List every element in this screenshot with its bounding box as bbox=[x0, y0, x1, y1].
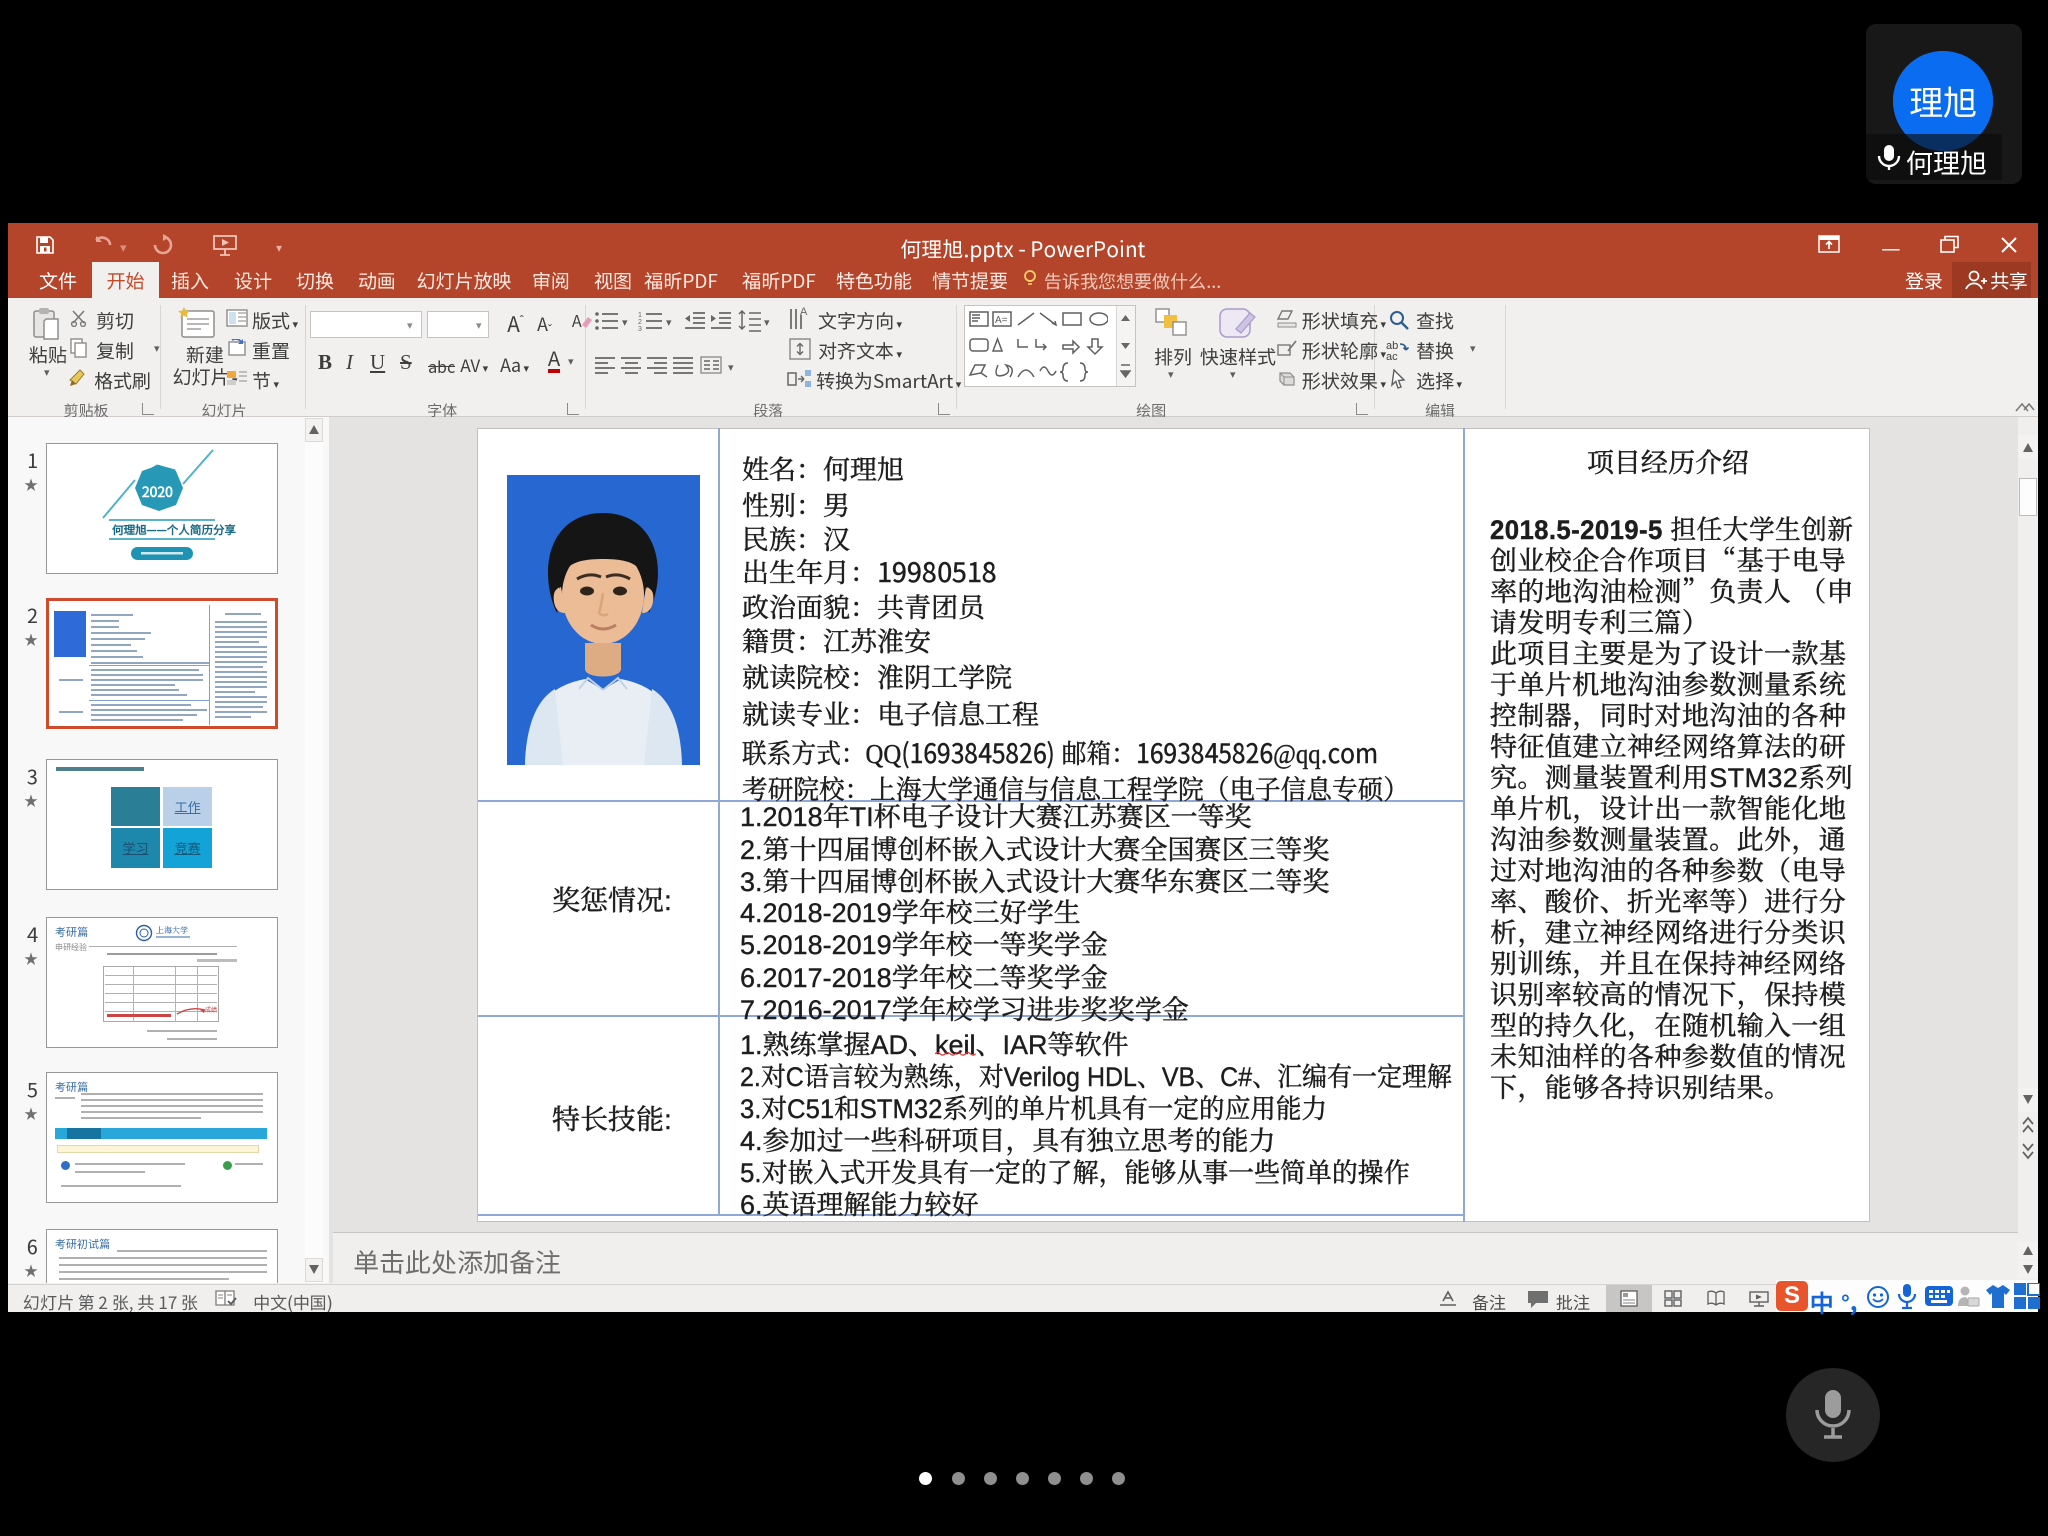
svg-text:A: A bbox=[800, 307, 808, 318]
svg-text:2: 2 bbox=[638, 319, 642, 326]
svg-text:2020: 2020 bbox=[142, 482, 173, 502]
svg-text:何理旭——个人简历分享: 何理旭——个人简历分享 bbox=[112, 522, 237, 538]
svg-text:A=: A= bbox=[995, 315, 1008, 326]
svg-text:1: 1 bbox=[638, 312, 642, 319]
svg-text:上海大学: 上海大学 bbox=[155, 926, 188, 935]
svg-text:成绩: 成绩 bbox=[205, 1005, 217, 1014]
svg-text:A: A bbox=[571, 311, 582, 332]
svg-text:ac: ac bbox=[1386, 351, 1398, 361]
svg-text:3: 3 bbox=[638, 326, 642, 331]
